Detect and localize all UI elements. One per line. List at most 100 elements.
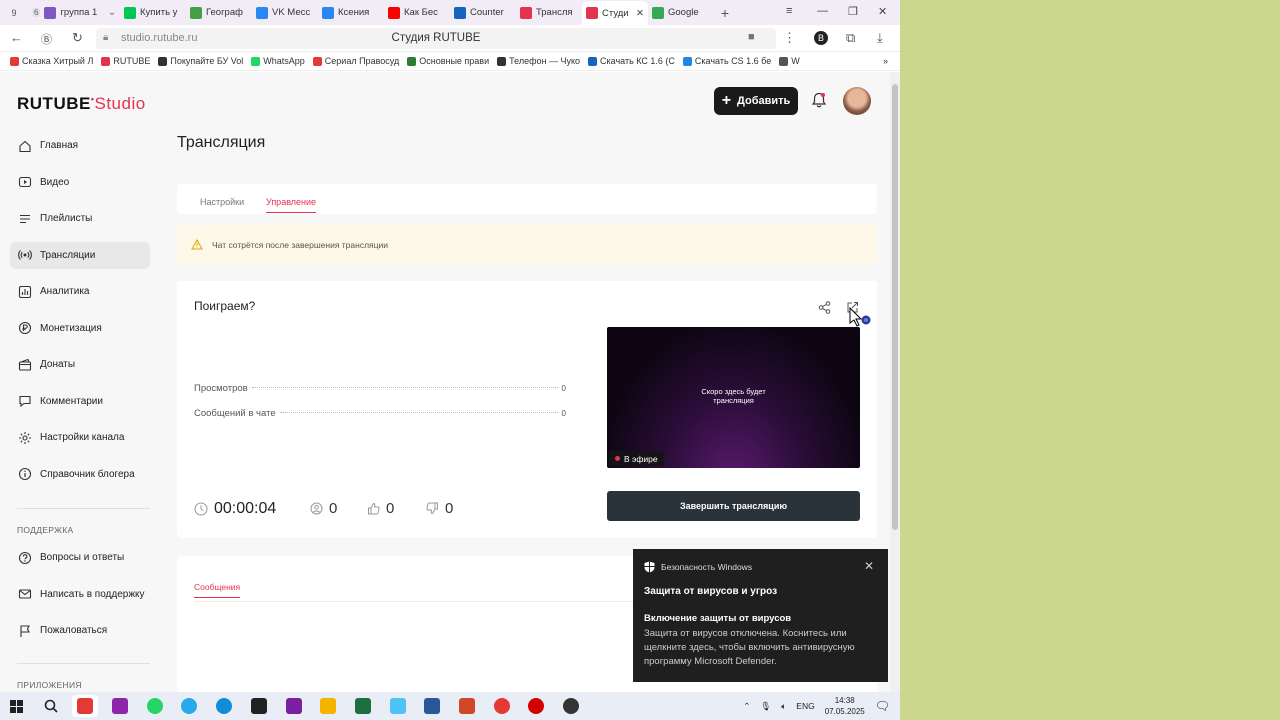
sidebar-item[interactable]: Донаты <box>10 351 150 378</box>
url-box[interactable]: 🔒︎ studio.rutube.ru Студия RUTUBE ■ <box>96 28 776 49</box>
toast-close-icon[interactable]: ✕ <box>864 559 874 573</box>
chevron-down-icon[interactable]: ⌄ <box>108 7 116 18</box>
sidebar-item-label: Аналитика <box>40 286 90 297</box>
sidebar-item[interactable]: Написать в поддержку <box>10 581 150 608</box>
bell-icon[interactable] <box>811 92 827 109</box>
restore-icon[interactable]: ❐ <box>848 5 858 18</box>
notifications-icon[interactable]: 🗨︎ <box>875 699 890 713</box>
bookmark-icon[interactable]: ■ <box>748 31 755 43</box>
tabs-list-icon[interactable]: ≡ <box>786 5 792 17</box>
microphone-icon[interactable]: 🎙︎ <box>760 701 771 712</box>
bookmarks-more-icon[interactable]: » <box>883 56 888 66</box>
browser-tab[interactable]: Как Бес <box>384 2 450 24</box>
tab-management[interactable]: Управление <box>266 197 317 213</box>
bookmark-item[interactable]: Сказка Хитрый Л <box>10 56 93 66</box>
ip-app-icon[interactable] <box>107 695 133 717</box>
media-app-icon[interactable] <box>246 695 272 717</box>
photos-icon[interactable] <box>385 695 411 717</box>
bookmark-item[interactable]: WhatsApp <box>251 56 305 66</box>
more-icon[interactable]: ⋮ <box>783 30 796 46</box>
browser-tab[interactable]: Купить у <box>120 2 186 24</box>
bookmark-favicon-icon <box>101 56 111 66</box>
tab-messages[interactable]: Сообщения <box>194 582 241 598</box>
excel-icon[interactable] <box>350 695 376 717</box>
collections-icon[interactable]: ⧉ <box>846 30 855 46</box>
sidebar-item[interactable]: Монетизация <box>10 315 150 342</box>
avatar[interactable] <box>843 87 871 115</box>
sidebar-item[interactable]: Плейлисты <box>10 205 150 232</box>
browser-tab[interactable]: VK Месс <box>252 2 318 24</box>
tab-label: группа 1 <box>60 7 98 18</box>
search-icon[interactable] <box>38 695 64 717</box>
stream-card: Поиграем? Просмотров 0 Сообщений в чате 0 … <box>177 281 877 538</box>
app-glyph <box>354 698 371 714</box>
app-glyph <box>250 698 267 714</box>
edge-icon[interactable] <box>211 695 237 717</box>
new-tab-button[interactable]: + <box>714 2 736 24</box>
word-icon[interactable] <box>419 695 445 717</box>
language-indicator[interactable]: ENG <box>796 701 814 711</box>
page-scrollbar[interactable] <box>890 72 900 692</box>
teams-icon[interactable] <box>281 695 307 717</box>
browser-tab[interactable]: Трансля <box>516 2 582 24</box>
tab-settings[interactable]: Настройки <box>200 197 244 207</box>
end-stream-button[interactable]: Завершить трансляцию <box>607 491 860 521</box>
browser-tab[interactable]: Студи ✕ <box>582 1 648 25</box>
back-icon[interactable]: ← <box>10 30 23 45</box>
yandex-b-icon[interactable]: Ⓑ <box>41 31 52 47</box>
start-icon[interactable] <box>3 695 29 717</box>
powerpoint-icon[interactable] <box>454 695 480 717</box>
sidebar-item[interactable]: Комментарии <box>10 388 150 415</box>
sidebar-item[interactable]: Вопросы и ответы <box>10 544 150 571</box>
volume-icon[interactable]: 🔈︎ <box>781 701 786 712</box>
bookmark-item[interactable]: W <box>779 56 800 66</box>
app-glyph <box>493 698 510 714</box>
sidebar-item[interactable]: Главная <box>10 132 150 159</box>
bookmark-item[interactable]: Скачать CS 1.6 бе <box>682 56 771 66</box>
browser-tab[interactable]: Ксения <box>318 2 384 24</box>
stream-preview[interactable]: Скоро здесь будет трансляция В эфире <box>607 327 860 468</box>
browser-tab[interactable]: 6 группа 1 ⌄ <box>28 2 120 24</box>
bookmark-item[interactable]: Покупайте БУ Vol <box>158 56 243 66</box>
close-window-icon[interactable]: ✕ <box>878 5 887 18</box>
sidebar-item-label: Вопросы и ответы <box>40 552 125 563</box>
rutube-studio-logo[interactable]: RUTUBE•Studio <box>17 94 146 114</box>
browser-tab[interactable]: Counter <box>450 2 516 24</box>
minimize-icon[interactable]: — <box>817 5 828 17</box>
sidebar-item[interactable]: Настройки канала <box>10 424 150 451</box>
share-icon[interactable] <box>818 301 831 314</box>
extension-icon[interactable]: B <box>814 31 828 45</box>
bookmark-item[interactable]: RUTUBE <box>101 56 150 66</box>
mouse-cursor-icon <box>849 306 871 327</box>
sidebar-item[interactable]: Аналитика <box>10 278 150 305</box>
bookmark-favicon-icon <box>588 56 598 66</box>
bookmark-item[interactable]: Телефон — Чуко <box>497 56 580 66</box>
views-label: Просмотров <box>194 383 248 394</box>
clock[interactable]: 14:38 07.05.2025 <box>825 695 865 717</box>
tray-chevron-icon[interactable]: ⌃ <box>743 701 750 712</box>
scroll-thumb[interactable] <box>892 84 898 530</box>
yandex-icon[interactable] <box>489 695 515 717</box>
reload-icon[interactable]: ↻ <box>72 30 83 46</box>
add-button[interactable]: + Добавить <box>714 87 798 115</box>
support-header: ПОДДЕРЖКА <box>17 525 74 535</box>
tabs-menu-icon[interactable]: 9 <box>0 3 28 23</box>
windows-security-toast[interactable]: Безопасность Windows ✕ Защита от вирусов… <box>633 549 888 682</box>
download-icon[interactable]: ⤓ <box>877 30 883 46</box>
bookmark-item[interactable]: Скачать КС 1.6 (С <box>588 56 675 66</box>
close-tab-icon[interactable]: ✕ <box>636 8 644 19</box>
browser-tab[interactable]: Google <box>648 2 714 24</box>
sidebar-item[interactable]: Трансляции <box>10 241 150 269</box>
sidebar-item[interactable]: Пожаловаться <box>10 617 150 644</box>
sidebar-item[interactable]: Справочник блогера <box>10 461 150 488</box>
whatsapp-icon[interactable] <box>142 695 168 717</box>
telegram-icon[interactable] <box>176 695 202 717</box>
obs-icon[interactable] <box>558 695 584 717</box>
bookmark-item[interactable]: Сериал Правосуд <box>312 56 399 66</box>
sidebar-item[interactable]: Видео <box>10 169 150 196</box>
opera-icon[interactable] <box>523 695 549 717</box>
yandex-browser-icon[interactable] <box>72 695 99 717</box>
explorer-icon[interactable] <box>315 695 341 717</box>
bookmark-item[interactable]: Основные прави <box>407 56 489 66</box>
browser-tab[interactable]: Географ <box>186 2 252 24</box>
